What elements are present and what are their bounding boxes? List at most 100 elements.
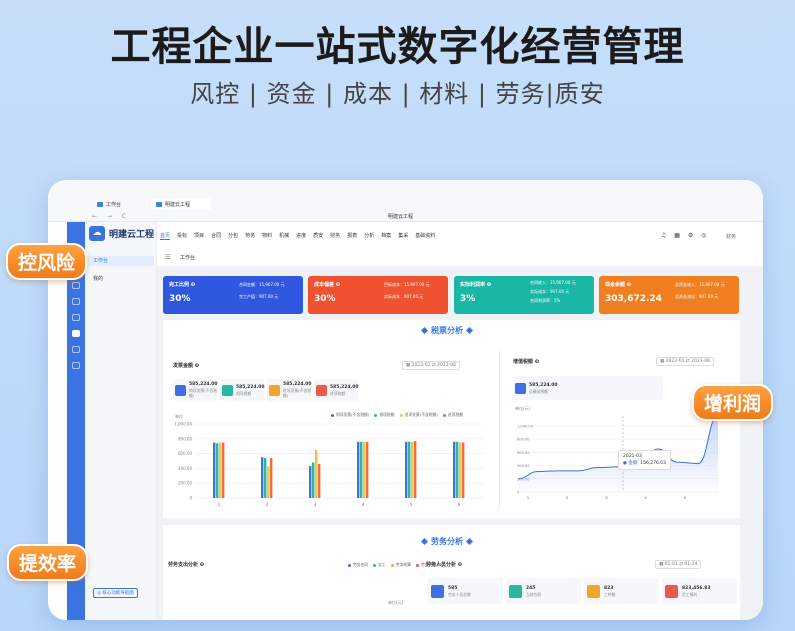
legend-label: 劳务合同 bbox=[353, 562, 369, 567]
bar[interactable] bbox=[270, 458, 273, 498]
org-icon[interactable] bbox=[72, 346, 80, 353]
browser-tab-workbench[interactable]: 工作台 bbox=[92, 198, 126, 210]
bar[interactable] bbox=[456, 441, 459, 498]
menu-item[interactable]: 劳务 bbox=[245, 232, 255, 240]
card-value: 823,456.83 bbox=[682, 585, 711, 591]
menu-item[interactable]: 项目 bbox=[194, 232, 204, 240]
invoice-card[interactable]: 585,224.00 进项发票(不含税额) bbox=[267, 379, 311, 401]
invoice-date-range[interactable]: ▦ 2023-01 ⇄ 2023-08 bbox=[402, 361, 460, 370]
menu-item[interactable]: 机械 bbox=[279, 232, 289, 240]
bar[interactable] bbox=[261, 457, 264, 498]
menu-item[interactable]: 物料 bbox=[262, 232, 272, 240]
menu-item[interactable]: 基础资料 bbox=[415, 232, 435, 240]
tab-icon bbox=[97, 201, 103, 207]
brand-name: 明建云工程 bbox=[109, 230, 155, 240]
vat-date-range[interactable]: ▦ 2023-01 ⇄ 2023-08 bbox=[656, 357, 714, 366]
invoice-bar-chart: 0 200.00 400.00 600.00 800.00 1,000.00 1 2 3 4 5 6 bbox=[174, 422, 483, 507]
bar[interactable] bbox=[216, 443, 219, 498]
y-tick-label: 0 bbox=[189, 496, 192, 501]
kpi-detail: 合同利润率：5% bbox=[530, 298, 561, 303]
tooltip-title: 2021-03 bbox=[623, 454, 642, 459]
labor-card[interactable]: 823,456.83 员工福利 bbox=[662, 578, 737, 604]
labor-people-label: 劳务人员分析 ❷ bbox=[426, 562, 462, 568]
menu-item[interactable]: 质安 bbox=[313, 232, 323, 240]
bar[interactable] bbox=[366, 441, 369, 498]
card-caption: 进项税额 bbox=[330, 390, 346, 396]
home-icon[interactable] bbox=[72, 282, 80, 289]
chart-icon[interactable] bbox=[72, 314, 80, 321]
browser-nav-controls[interactable]: ← → C bbox=[92, 213, 130, 220]
menu-item[interactable]: 分析 bbox=[364, 232, 374, 240]
invoice-card[interactable]: 585,224.00 销项税额 bbox=[220, 379, 264, 401]
menu-item[interactable]: 首页 bbox=[160, 232, 171, 240]
bar[interactable] bbox=[363, 441, 366, 498]
bar[interactable] bbox=[267, 466, 270, 498]
bar[interactable] bbox=[357, 441, 360, 498]
bar[interactable] bbox=[315, 449, 318, 498]
legend-swatch bbox=[442, 413, 446, 417]
legend-item[interactable]: 劳务合同 bbox=[348, 562, 368, 568]
bar[interactable] bbox=[405, 441, 408, 498]
legend-item[interactable]: 劳务结算 bbox=[390, 562, 411, 568]
core-nav-button[interactable]: ◎ 核心功能导航图 bbox=[93, 588, 138, 598]
legend-item[interactable]: 实工 bbox=[373, 562, 386, 568]
x-tick-label: 6 bbox=[458, 502, 461, 507]
bar[interactable] bbox=[360, 441, 363, 498]
legend-swatch bbox=[373, 563, 377, 567]
sidebar-item-mine[interactable]: 我的 bbox=[93, 275, 103, 282]
bar[interactable] bbox=[213, 442, 216, 499]
bar[interactable] bbox=[312, 462, 315, 498]
kpi-detail: 合同金额：15,907.00 元 bbox=[239, 282, 285, 287]
bar[interactable] bbox=[318, 463, 321, 498]
invoice-card[interactable]: 585,224.00 销项发票(不含税额) bbox=[173, 379, 217, 401]
menu-item[interactable]: 报表 bbox=[347, 232, 357, 240]
kpi-card[interactable]: 实际利润率 ❷ 3% 合同收入：15,907.00 元实际成本：907.00 元合同… bbox=[454, 276, 594, 314]
menu-item[interactable]: 财务 bbox=[330, 232, 340, 240]
menu-item[interactable]: 档案 bbox=[381, 232, 391, 240]
bar[interactable] bbox=[453, 441, 456, 498]
tax-section-title: 税票分析 bbox=[418, 325, 476, 336]
grid-icon[interactable] bbox=[72, 330, 80, 337]
card-caption: 员工福利 bbox=[682, 591, 698, 597]
bar[interactable] bbox=[219, 442, 222, 499]
x-tick-label: 5 bbox=[684, 495, 687, 500]
invoice-card[interactable]: 585,224.00 进项税额 bbox=[314, 379, 358, 401]
toolbar-icons[interactable]: ♫ ▦ ⚙ ◎ bbox=[661, 232, 709, 239]
labor-card[interactable]: 823 工种数 bbox=[584, 578, 659, 604]
menu-item[interactable]: 进度 bbox=[296, 232, 306, 240]
user-name[interactable]: 财务 bbox=[726, 233, 736, 240]
calendar-icon[interactable] bbox=[72, 298, 80, 305]
browser-tab-app[interactable]: 明建云工程 bbox=[151, 198, 211, 210]
bar[interactable] bbox=[414, 441, 417, 498]
tab-label: 明建云工程 bbox=[165, 201, 191, 208]
labor-card[interactable]: 245 当前在职 bbox=[506, 578, 581, 604]
bar[interactable] bbox=[462, 442, 465, 499]
window-title: 明建云工程 bbox=[388, 214, 414, 220]
kpi-card[interactable]: 成本偏差 ❷ 30% 目标成本：15,907.00 元实际成本：907.00 元 bbox=[308, 276, 448, 314]
labor-section-label: 劳务分析 bbox=[431, 537, 463, 546]
settings-icon[interactable] bbox=[72, 362, 80, 369]
legend-swatch bbox=[348, 563, 351, 567]
bar[interactable] bbox=[411, 441, 414, 498]
y-tick-label: 800.00 bbox=[517, 438, 530, 442]
labor-card[interactable]: 585 劳务人员总数 bbox=[428, 578, 503, 604]
bar[interactable] bbox=[264, 458, 267, 498]
card-value: 245 bbox=[526, 585, 536, 591]
sidebar-item-workbench[interactable]: 工作台 bbox=[88, 256, 154, 266]
menu-item[interactable]: 投标 bbox=[177, 232, 187, 240]
kpi-card[interactable]: 现金余额 ❷ 303,672.24 总资金流入：15,907.00 元总资金流出：9… bbox=[599, 276, 739, 314]
labor-date-range[interactable]: ▦ 01-01 ⇄ 01-24 bbox=[655, 560, 702, 569]
menu-item[interactable]: 分包 bbox=[228, 232, 238, 240]
kpi-card[interactable]: 完工比例 ❷ 30% 合同金额：15,907.00 元完工产值：907.00 元 bbox=[163, 276, 303, 314]
menu-item[interactable]: 集采 bbox=[398, 232, 408, 240]
bar[interactable] bbox=[309, 466, 312, 498]
bar[interactable] bbox=[222, 442, 225, 499]
x-tick-label: 3 bbox=[314, 502, 317, 507]
legend-swatch bbox=[399, 413, 403, 417]
bar[interactable] bbox=[408, 441, 411, 498]
menu-toggle-icon[interactable]: ☰ bbox=[165, 254, 170, 261]
x-tick-label: 1 bbox=[218, 502, 221, 507]
bar[interactable] bbox=[459, 442, 462, 499]
kpi-detail: 实际成本：907.00 元 bbox=[384, 294, 424, 299]
menu-item[interactable]: 合同 bbox=[211, 232, 221, 240]
